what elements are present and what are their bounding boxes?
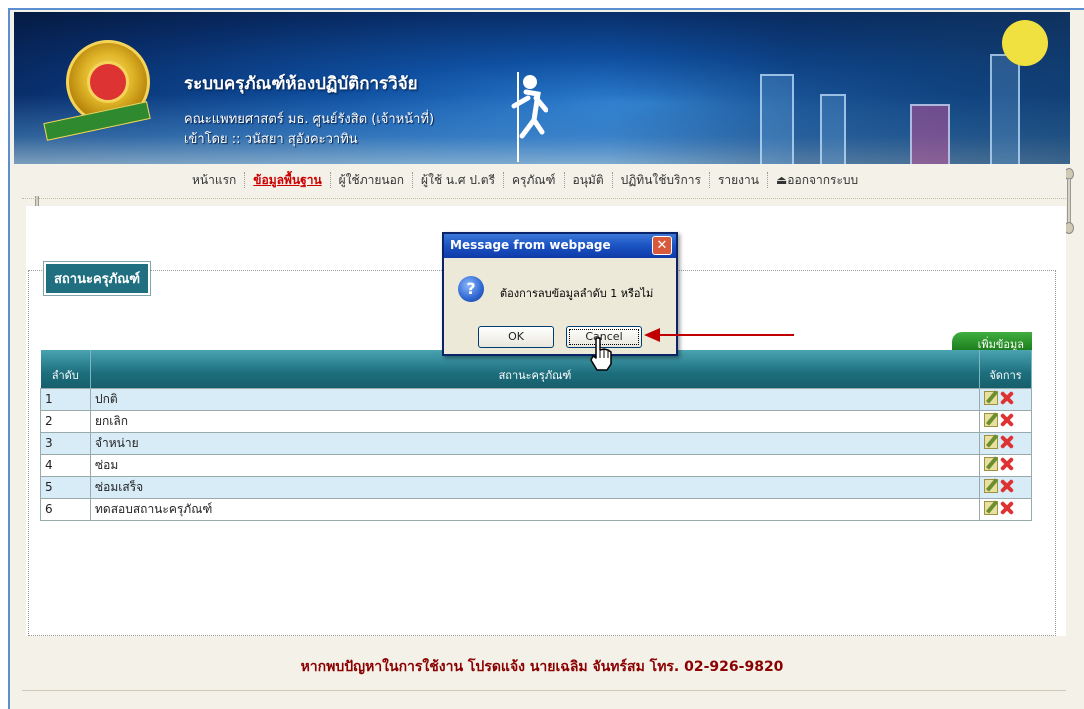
row-status: ซ่อมเสร็จ	[90, 475, 980, 499]
beaker-icon	[910, 104, 950, 164]
question-icon: ?	[458, 276, 484, 302]
hand-cursor-icon	[590, 337, 612, 371]
row-no: 1	[40, 387, 91, 411]
nav-home[interactable]: หน้าแรก	[184, 172, 246, 188]
col-action-header: จัดการ	[979, 350, 1032, 388]
nav-reports[interactable]: รายงาน	[710, 172, 768, 188]
table-row: 6 ทดสอบสถานะครุภัณฑ์	[40, 497, 1032, 521]
flask-icon	[760, 74, 794, 164]
table-row: 3 จำหน่าย	[40, 431, 1032, 455]
dialog-titlebar: Message from webpage ✕	[444, 234, 676, 258]
main-nav: หน้าแรก ข้อมูลพื้นฐาน ผู้ใช้ภายนอก ผู้ใช…	[22, 166, 1066, 196]
nav-divider	[22, 198, 1066, 199]
section-legend: สถานะครุภัณฑ์	[42, 261, 152, 296]
row-status: ทดสอบสถานะครุภัณฑ์	[90, 497, 980, 521]
rod-bar	[1067, 178, 1071, 226]
header-banner	[14, 12, 1070, 164]
row-status: จำหน่าย	[90, 431, 980, 455]
dialog-message: ต้องการลบข้อมูลลำดับ 1 หรือไม่	[500, 287, 654, 300]
nav-items: หน้าแรก ข้อมูลพื้นฐาน ผู้ใช้ภายนอก ผู้ใช…	[184, 172, 866, 188]
edit-icon[interactable]	[984, 434, 998, 449]
row-no: 6	[40, 497, 91, 521]
dialog-title: Message from webpage	[450, 238, 611, 252]
delete-icon[interactable]	[1000, 479, 1014, 493]
edit-icon[interactable]	[984, 456, 998, 471]
delete-icon[interactable]	[1000, 435, 1014, 449]
footer-divider	[22, 690, 1066, 691]
nav-logout-label: ออกจากระบบ	[787, 173, 859, 187]
nav-calendar[interactable]: ปฏิทินใช้บริการ	[613, 172, 710, 188]
row-actions	[979, 387, 1032, 411]
add-data-button[interactable]: เพิ่มข้อมูล	[952, 332, 1032, 352]
delete-icon[interactable]	[1000, 413, 1014, 427]
runner-icon	[511, 72, 548, 162]
test-tube-icon	[990, 54, 1020, 164]
faculty-label: คณะแพทยศาสตร์ มธ. ศูนย์รังสิต (เจ้าหน้าท…	[184, 112, 435, 127]
dialog-close-button[interactable]: ✕	[652, 236, 672, 255]
row-actions	[979, 431, 1032, 455]
light-bulb-icon	[1002, 20, 1048, 66]
logout-icon: ⏏	[775, 173, 788, 187]
nav-external-users[interactable]: ผู้ใช้ภายนอก	[331, 172, 414, 188]
nav-equipment[interactable]: ครุภัณฑ์	[504, 172, 565, 188]
row-actions	[979, 409, 1032, 433]
row-status: ปกติ	[90, 387, 980, 411]
nav-student-users[interactable]: ผู้ใช้ น.ศ ป.ตรี	[413, 172, 505, 188]
flask-icon	[820, 94, 846, 164]
row-no: 2	[40, 409, 91, 433]
row-actions	[979, 453, 1032, 477]
edit-icon[interactable]	[984, 412, 998, 427]
login-user-label: เข้าโดย :: วนัสยา สุอังคะวาทิน	[184, 132, 358, 147]
table-row: 2 ยกเลิก	[40, 409, 1032, 433]
status-table: ลำดับ สถานะครุภัณฑ์ จัดการ 1 ปกติ 2 ยกเล…	[40, 350, 1032, 521]
row-actions	[979, 497, 1032, 521]
edit-icon[interactable]	[984, 390, 998, 405]
table-row: 1 ปกติ	[40, 387, 1032, 411]
edit-icon[interactable]	[984, 478, 998, 493]
footer-contact-message: หากพบปัญหาในการใช้งาน โปรดแจ้ง นายเฉลิม …	[300, 659, 784, 675]
nav-basic-data[interactable]: ข้อมูลพื้นฐาน	[245, 172, 331, 188]
table-row: 4 ซ่อม	[40, 453, 1032, 477]
nav-logout[interactable]: ⏏ออกจากระบบ	[768, 172, 866, 188]
ok-button[interactable]: OK	[478, 326, 554, 348]
logo-seal	[87, 61, 129, 103]
row-no: 3	[40, 431, 91, 455]
confirm-dialog: Message from webpage ✕ ? ต้องการลบข้อมูล…	[442, 232, 678, 356]
edit-icon[interactable]	[984, 500, 998, 515]
row-status: ซ่อม	[90, 453, 980, 477]
row-no: 4	[40, 453, 91, 477]
row-actions	[979, 475, 1032, 499]
delete-icon[interactable]	[1000, 457, 1014, 471]
red-arrow-annotation	[644, 328, 794, 342]
table-row: 5 ซ่อมเสร็จ	[40, 475, 1032, 499]
delete-icon[interactable]	[1000, 501, 1014, 515]
system-title: ระบบครุภัณฑ์ห้องปฏิบัติการวิจัย	[184, 74, 418, 94]
col-no-header: ลำดับ	[40, 350, 91, 388]
row-status: ยกเลิก	[90, 409, 980, 433]
row-no: 5	[40, 475, 91, 499]
lab-illustration	[610, 12, 1070, 164]
delete-icon[interactable]	[1000, 391, 1014, 405]
nav-approve[interactable]: อนุมัติ	[565, 172, 613, 188]
